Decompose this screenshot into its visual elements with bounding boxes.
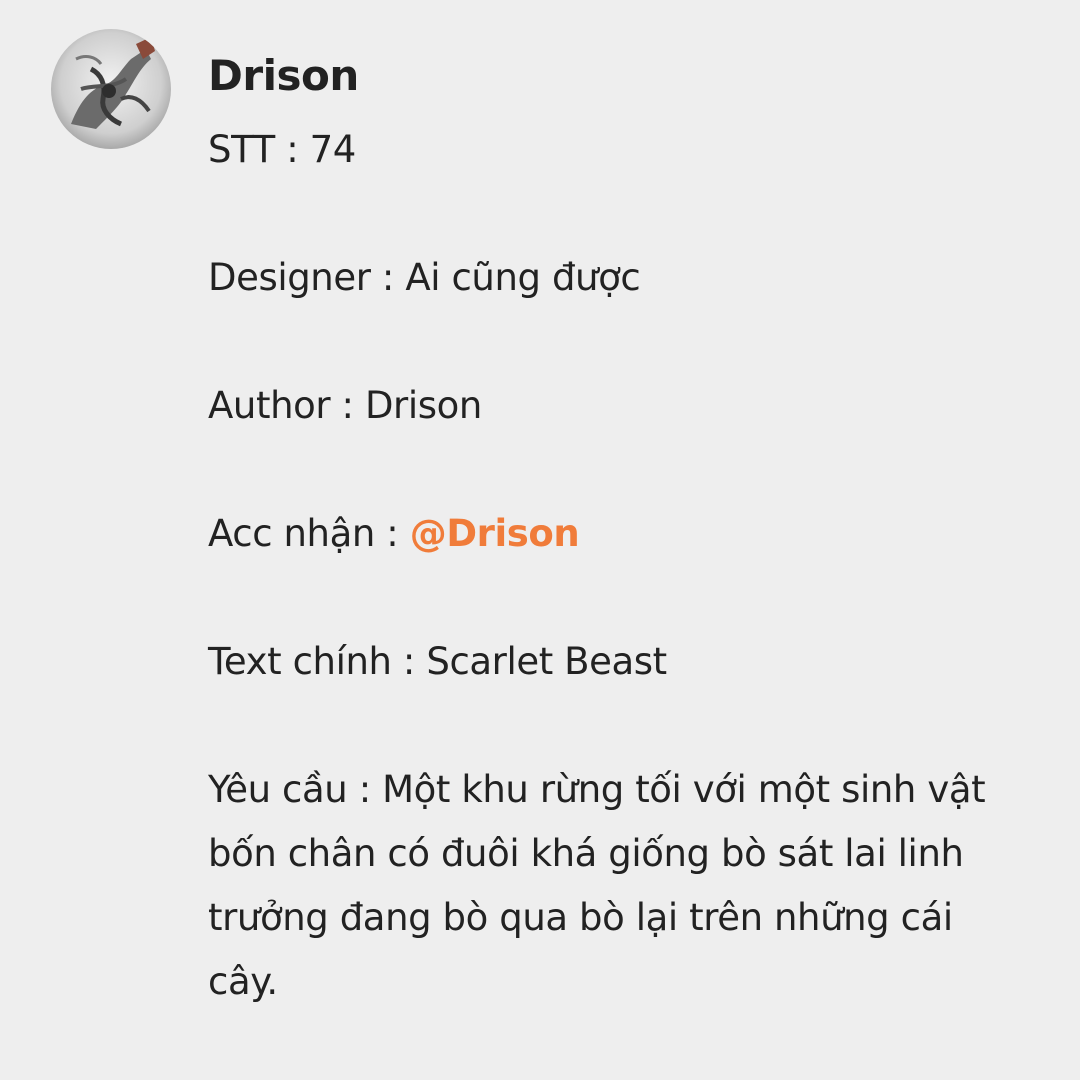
author-label: Author : xyxy=(208,384,365,427)
stt-value: 74 xyxy=(309,128,357,171)
main-text-value: Scarlet Beast xyxy=(426,640,667,683)
profile-artwork-icon xyxy=(51,29,171,149)
main-text-line: Text chính : Scarlet Beast xyxy=(208,630,1048,694)
designer-line: Designer : Ai cũng được xyxy=(208,246,1048,310)
acc-line: Acc nhận : @Drison xyxy=(208,502,1048,566)
acc-label: Acc nhận : xyxy=(208,512,410,555)
designer-value: Ai cũng được xyxy=(405,256,641,299)
author-line: Author : Drison xyxy=(208,374,1048,438)
request-paragraph: Yêu cầu : Một khu rừng tối với một sinh … xyxy=(208,758,1028,1014)
mention-link[interactable]: @Drison xyxy=(410,512,580,555)
avatar[interactable] xyxy=(51,29,171,149)
stt-label: STT : xyxy=(208,128,310,171)
designer-label: Designer : xyxy=(208,256,406,299)
post-content: Drison STT : 74 Designer : Ai cũng được … xyxy=(208,46,1048,1014)
post-card: Drison STT : 74 Designer : Ai cũng được … xyxy=(0,0,1080,1080)
post-body: STT : 74 Designer : Ai cũng được Author … xyxy=(208,118,1048,1014)
stt-line: STT : 74 xyxy=(208,118,1048,182)
request-label: Yêu cầu : xyxy=(208,768,383,811)
main-text-label: Text chính : xyxy=(208,640,427,683)
author-name[interactable]: Drison xyxy=(208,46,1048,106)
author-value: Drison xyxy=(364,384,482,427)
